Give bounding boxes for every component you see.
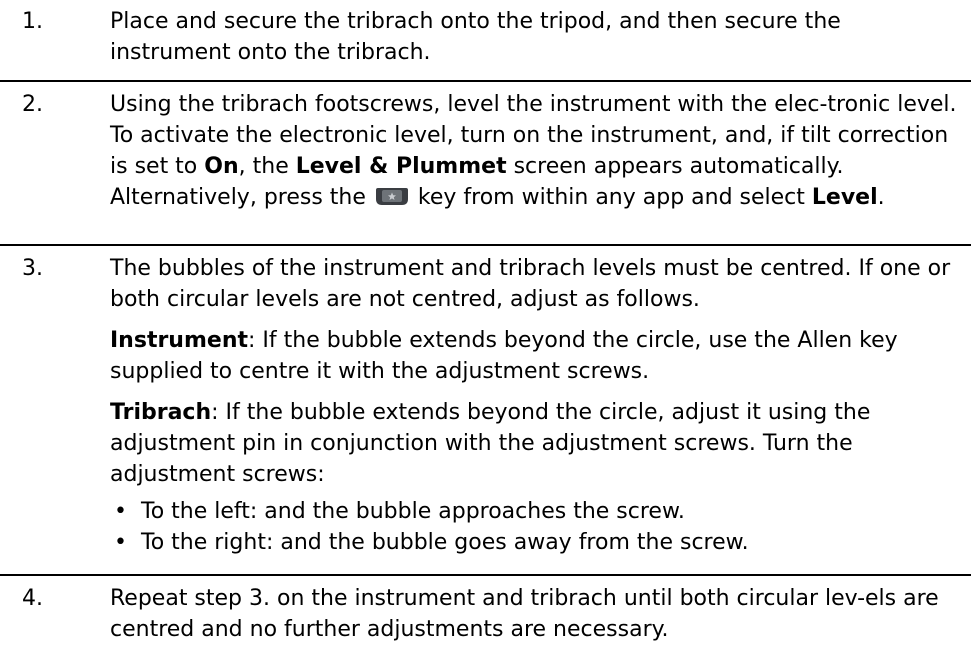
text-segment: . [877, 185, 885, 210]
text-segment: , the [238, 154, 296, 179]
procedure-steps: 1. Place and secure the tribrach onto th… [0, 0, 971, 649]
setting-value-on: On [204, 154, 239, 179]
step-body: The bubbles of the instrument and tribra… [110, 253, 971, 574]
step-number: 4. [22, 586, 43, 611]
step-body: Using the tribrach footscrews, level the… [110, 89, 971, 244]
step-number: 3. [22, 256, 43, 281]
step-intro: The bubbles of the instrument and tribra… [110, 256, 951, 312]
step-body: Place and secure the tribrach onto the t… [110, 6, 971, 80]
instrument-paragraph: Instrument: If the bubble extends beyond… [110, 325, 961, 387]
list-item: • To the right: and the bubble goes away… [110, 527, 961, 558]
step-1: 1. Place and secure the tribrach onto th… [0, 0, 971, 82]
step-number: 2. [22, 92, 43, 117]
tribrach-text: : If the bubble extends beyond the circl… [110, 400, 871, 487]
bullet-list: • To the left: and the bubble approaches… [110, 496, 961, 558]
tribrach-label: Tribrach [110, 400, 212, 425]
step-text: Place and secure the tribrach onto the t… [110, 9, 841, 65]
step-text: Using the tribrach footscrews, level the… [110, 89, 961, 213]
step-number: 1. [22, 9, 43, 34]
text-segment: key from within any app and select [410, 185, 812, 210]
step-body: Repeat step 3. on the instrument and tri… [110, 583, 971, 649]
menu-item-level: Level [811, 185, 878, 210]
bullet-icon: • [114, 530, 127, 555]
bullet-icon: • [114, 499, 127, 524]
screen-name: Level & Plummet [295, 154, 507, 179]
tribrach-paragraph: Tribrach: If the bubble extends beyond t… [110, 397, 961, 490]
step-4: 4. Repeat step 3. on the instrument and … [0, 576, 971, 649]
favourites-key-icon [375, 188, 408, 205]
step-2: 2. Using the tribrach footscrews, level … [0, 82, 971, 246]
list-item: • To the left: and the bubble approaches… [110, 496, 961, 527]
list-item-text: To the right: and the bubble goes away f… [141, 530, 749, 555]
step-text: Repeat step 3. on the instrument and tri… [110, 586, 939, 642]
list-item-text: To the left: and the bubble approaches t… [141, 499, 685, 524]
instrument-label: Instrument [110, 328, 248, 353]
step-3: 3. The bubbles of the instrument and tri… [0, 246, 971, 576]
